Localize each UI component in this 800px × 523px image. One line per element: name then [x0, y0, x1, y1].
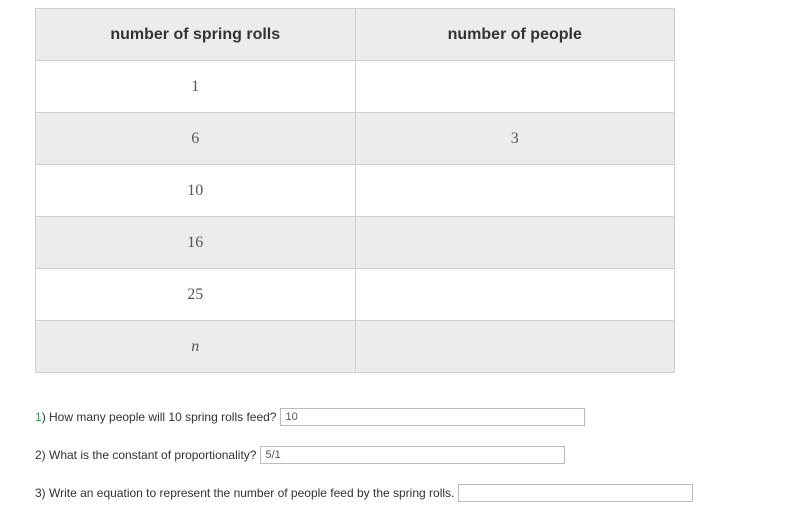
table-cell [355, 165, 675, 217]
table-cell: 10 [36, 165, 356, 217]
question-2-label: 2) What is the constant of proportionali… [35, 448, 256, 462]
question-2-input[interactable] [260, 446, 565, 464]
question-1-num: 1 [35, 410, 42, 424]
question-1-text: ) How many people will 10 spring rolls f… [42, 410, 277, 424]
question-3-input[interactable] [458, 484, 693, 502]
question-3: 3) Write an equation to represent the nu… [35, 484, 775, 502]
table-row: 25 [36, 269, 675, 321]
table-cell [355, 321, 675, 373]
table-cell: 1 [36, 61, 356, 113]
table-row: 10 [36, 165, 675, 217]
data-table: number of spring rolls number of people … [35, 8, 675, 373]
table-row: 6 3 [36, 113, 675, 165]
table-header-col1: number of spring rolls [36, 9, 356, 61]
table-row: 1 [36, 61, 675, 113]
table-row: n [36, 321, 675, 373]
question-1: 1) How many people will 10 spring rolls … [35, 408, 775, 426]
table-cell: 16 [36, 217, 356, 269]
table-cell: 6 [36, 113, 356, 165]
question-2: 2) What is the constant of proportionali… [35, 446, 775, 464]
table-cell: n [36, 321, 356, 373]
table-header-col2: number of people [355, 9, 675, 61]
question-3-label: 3) Write an equation to represent the nu… [35, 486, 454, 500]
table-row: 16 [36, 217, 675, 269]
table-cell: 3 [355, 113, 675, 165]
table-cell [355, 61, 675, 113]
question-1-input[interactable] [280, 408, 585, 426]
table-cell [355, 269, 675, 321]
table-cell [355, 217, 675, 269]
question-1-label: 1) How many people will 10 spring rolls … [35, 410, 276, 424]
table-cell: 25 [36, 269, 356, 321]
